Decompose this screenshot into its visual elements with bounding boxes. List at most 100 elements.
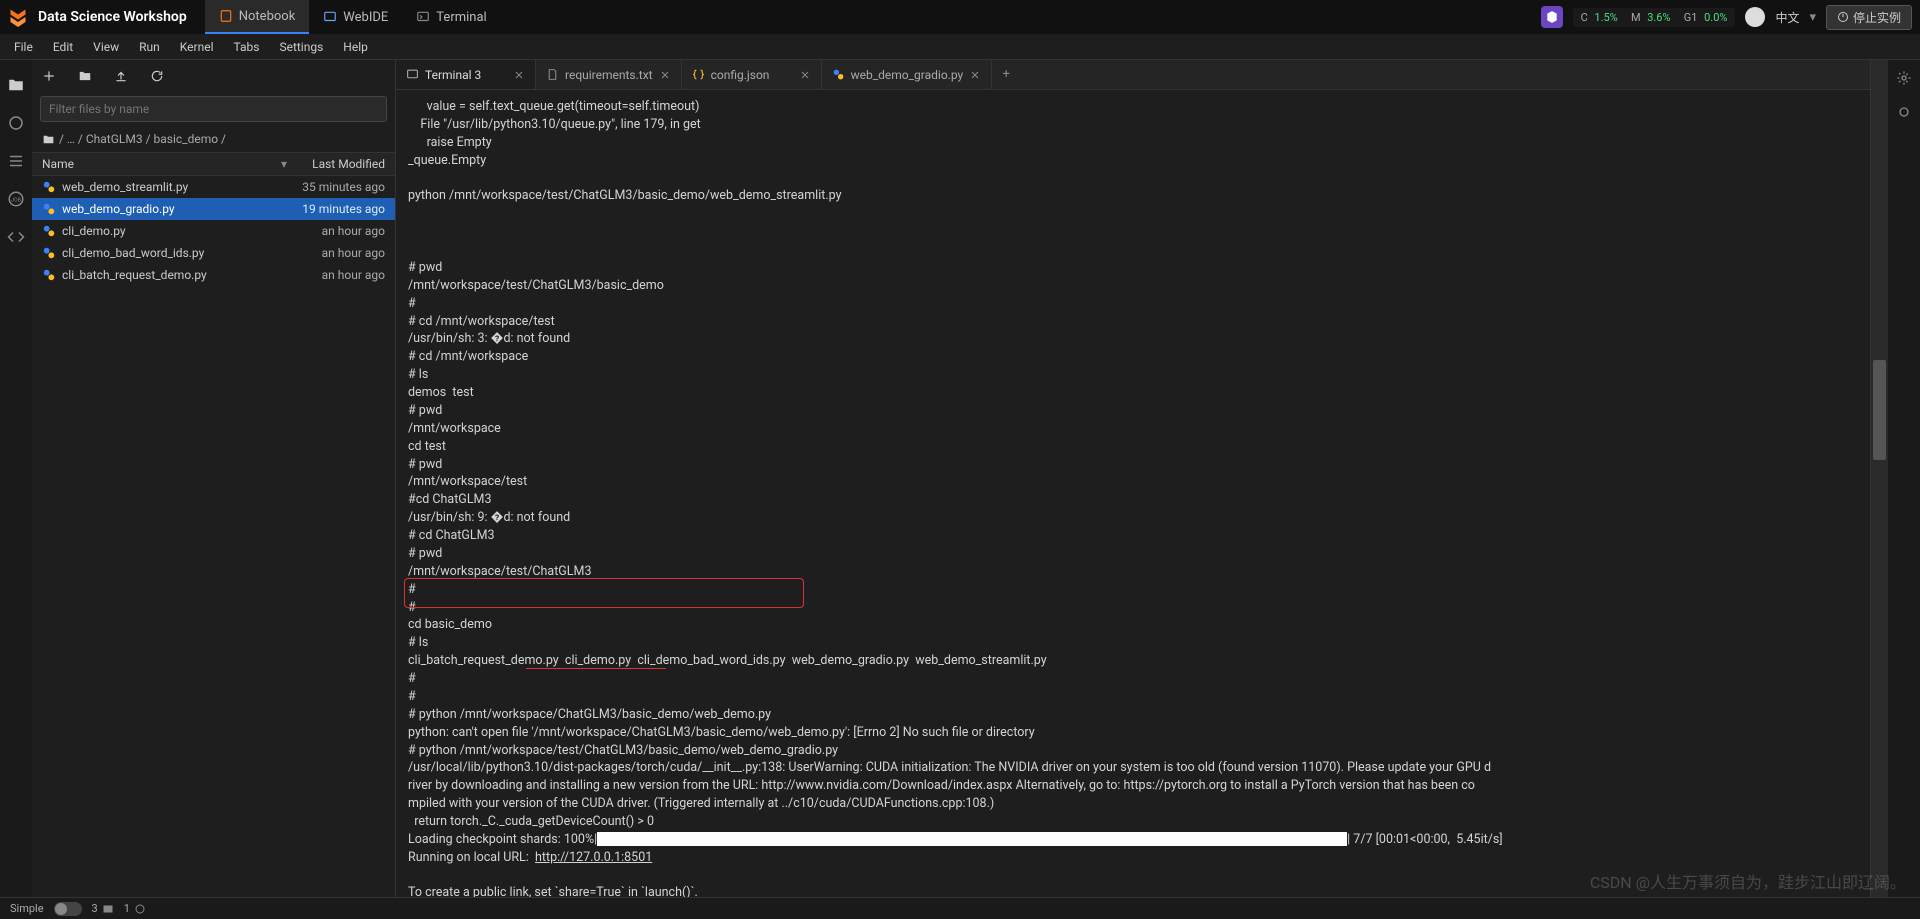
- code-icon[interactable]: [7, 228, 25, 246]
- python-icon: [42, 246, 56, 260]
- tab-requirements[interactable]: requirements.txt: [536, 60, 682, 89]
- terminal-url[interactable]: http://127.0.0.1:8501: [535, 850, 652, 865]
- file-mod: an hour ago: [322, 268, 385, 282]
- menu-edit[interactable]: Edit: [43, 40, 83, 54]
- terminal-icon: [406, 68, 419, 81]
- metric-c: 1.5%: [1594, 11, 1617, 24]
- header-tab-notebook[interactable]: Notebook: [205, 0, 310, 34]
- list-icon[interactable]: [7, 152, 25, 170]
- metric-m-label: M: [1631, 11, 1641, 24]
- terminal-hl-cmd: # python /mnt/workspace/test/ChatGLM3/ba…: [408, 743, 838, 758]
- terminal-warn-tail: UserWarning: CUDA initialization: The NV…: [785, 760, 1491, 775]
- highlight-underline: [526, 668, 666, 669]
- cube-icon[interactable]: [1541, 6, 1563, 28]
- highlight-box: [404, 578, 804, 608]
- menu-tabs[interactable]: Tabs: [223, 40, 269, 54]
- menu-settings[interactable]: Settings: [269, 40, 333, 54]
- file-mod: an hour ago: [322, 246, 385, 260]
- terminal-pre: value = self.text_queue.get(timeout=self…: [408, 99, 1047, 740]
- job-icon[interactable]: JOB: [7, 190, 25, 208]
- file-row[interactable]: cli_demo.pyan hour ago: [32, 220, 395, 242]
- menu-kernel[interactable]: Kernel: [170, 40, 224, 54]
- close-icon[interactable]: [969, 69, 981, 81]
- file-row[interactable]: cli_batch_request_demo.py an hour ago: [32, 264, 395, 286]
- stop-instance-button[interactable]: 停止实例: [1826, 5, 1912, 30]
- scrollbar[interactable]: [1870, 60, 1888, 897]
- file-name: cli_demo_bad_word_ids.py: [62, 246, 316, 260]
- file-browser: / … / ChatGLM3 / basic_demo / Name ▾ Las…: [32, 60, 396, 897]
- python-icon: [832, 68, 845, 81]
- tab-label: config.json: [711, 68, 770, 82]
- tab-label: requirements.txt: [565, 68, 653, 82]
- user-avatar[interactable]: [1745, 7, 1765, 27]
- menu-view[interactable]: View: [83, 40, 129, 54]
- gear-icon[interactable]: [1896, 70, 1912, 86]
- main-area: JOB / … / ChatGLM3 / basic_demo / Name ▾…: [0, 60, 1920, 897]
- col-modified[interactable]: Last Modified: [295, 157, 395, 171]
- plus-icon[interactable]: [42, 69, 56, 83]
- notebook-icon: [219, 9, 233, 23]
- language-selector[interactable]: 中文: [1775, 9, 1799, 26]
- close-icon[interactable]: [659, 69, 671, 81]
- svg-text:JOB: JOB: [11, 197, 21, 203]
- file-filter-input[interactable]: [40, 96, 387, 122]
- terminal-load: Loading checkpoint shards: 100%|: [408, 832, 597, 847]
- status-item[interactable]: 1: [124, 902, 146, 915]
- tab-gradio[interactable]: web_demo_gradio.py: [822, 60, 993, 89]
- menu-bar: File Edit View Run Kernel Tabs Settings …: [0, 34, 1920, 60]
- new-folder-icon[interactable]: [78, 69, 92, 83]
- close-icon[interactable]: [513, 69, 525, 81]
- terminal-warn4: return torch._C._cuda_getDeviceCount() >…: [408, 814, 654, 829]
- mode-toggle[interactable]: [54, 902, 82, 916]
- col-name[interactable]: Name: [32, 157, 281, 171]
- bug-icon[interactable]: [1896, 104, 1912, 120]
- python-icon: [42, 224, 56, 238]
- tab-terminal[interactable]: Terminal 3: [396, 60, 536, 89]
- terminal-output[interactable]: value = self.text_queue.get(timeout=self…: [396, 90, 1870, 897]
- file-row[interactable]: web_demo_streamlit.py 35 minutes ago: [32, 176, 395, 198]
- header-tab-webide[interactable]: WebIDE: [309, 0, 402, 34]
- tab-label: web_demo_gradio.py: [851, 68, 964, 82]
- status-bar: Simple 3 1: [0, 897, 1920, 919]
- breadcrumb[interactable]: / … / ChatGLM3 / basic_demo /: [32, 126, 395, 152]
- resource-metrics: C 1.5% M 3.6% G1 0.0%: [1573, 8, 1736, 27]
- kernel-icon: [134, 903, 146, 915]
- status-item[interactable]: 3: [92, 902, 114, 915]
- close-icon[interactable]: [799, 69, 811, 81]
- app-logo-icon: [8, 7, 28, 27]
- file-name: cli_demo.py: [62, 224, 316, 238]
- header-tab-label: Terminal: [436, 10, 486, 25]
- python-icon: [42, 180, 56, 194]
- file-name: web_demo_streamlit.py: [62, 180, 296, 194]
- file-table-header: Name ▾ Last Modified: [32, 152, 395, 176]
- stop-button-label: 停止实例: [1853, 9, 1901, 26]
- file-name: web_demo_gradio.py: [62, 202, 296, 216]
- circle-icon[interactable]: [7, 114, 25, 132]
- menu-file[interactable]: File: [4, 40, 43, 54]
- app-header: Data Science Workshop Notebook WebIDE Te…: [0, 0, 1920, 34]
- status-mode: Simple: [10, 902, 44, 915]
- terminal-warn3: mpiled with your version of the CUDA dri…: [408, 796, 994, 811]
- tab-config[interactable]: config.json: [682, 60, 822, 89]
- refresh-icon[interactable]: [150, 69, 164, 83]
- header-tab-label: WebIDE: [343, 10, 388, 25]
- new-tab-button[interactable]: +: [992, 60, 1020, 89]
- folder-icon: [42, 133, 55, 146]
- app-title: Data Science Workshop: [38, 9, 187, 25]
- file-toolbar: [32, 60, 395, 92]
- editor-tabs: Terminal 3 requirements.txt config.json …: [396, 60, 1870, 90]
- menu-run[interactable]: Run: [129, 40, 170, 54]
- tab-label: Terminal 3: [425, 68, 481, 82]
- header-tab-terminal[interactable]: Terminal: [402, 0, 500, 34]
- scrollbar-thumb[interactable]: [1873, 360, 1886, 460]
- file-name: cli_batch_request_demo.py: [62, 268, 316, 282]
- upload-icon[interactable]: [114, 69, 128, 83]
- file-row[interactable]: web_demo_gradio.py19 minutes ago: [32, 198, 395, 220]
- python-icon: [42, 202, 56, 216]
- file-row[interactable]: cli_demo_bad_word_ids.py an hour ago: [32, 242, 395, 264]
- folder-icon[interactable]: [7, 76, 25, 94]
- file-list: web_demo_streamlit.py 35 minutes ago web_…: [32, 176, 395, 286]
- terminal-warn2: river by downloading and installing a ne…: [408, 778, 1475, 793]
- menu-help[interactable]: Help: [333, 40, 378, 54]
- file-mod: 35 minutes ago: [302, 180, 385, 194]
